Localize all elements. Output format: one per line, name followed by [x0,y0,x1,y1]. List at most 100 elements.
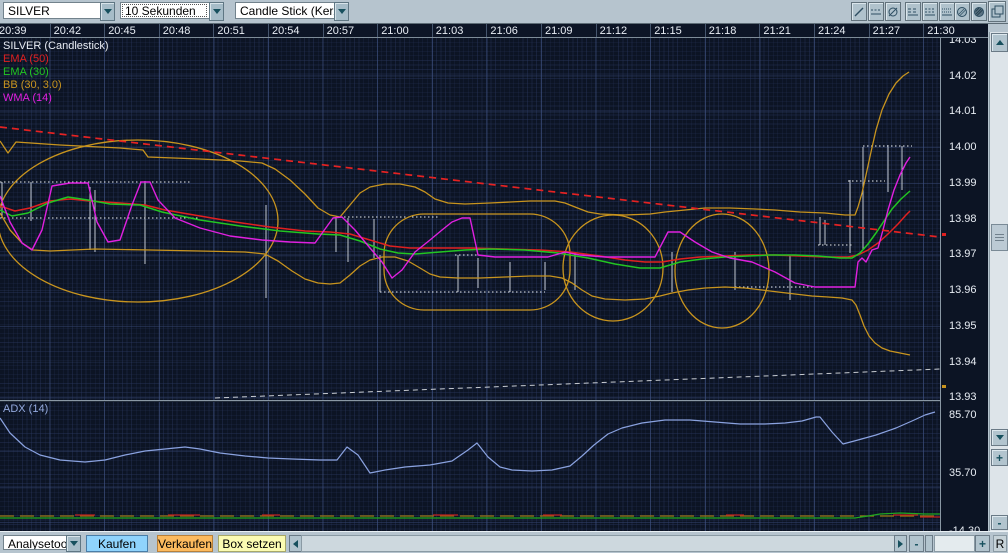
price-axis-label: 13.99 [949,176,977,189]
time-tick [213,24,215,37]
price-axis-label: 13.93 [949,391,977,404]
time-tick-label: 21:03 [435,25,464,37]
time-tick-label: 21:00 [381,25,409,37]
time-tick [322,24,324,37]
main-chart-plot[interactable] [0,38,940,400]
analyse-dropdown-arrow[interactable] [66,535,81,552]
time-tick-label: 20:48 [162,25,191,37]
zoom-out-button[interactable]: - [991,515,1008,530]
dash-style-group [905,2,955,21]
price-axis-label: 13.97 [949,248,977,261]
price-axis-label: 13.98 [949,212,977,225]
main-chart-pane[interactable]: SILVER (Candlestick) EMA (50) EMA (30) BB (… [0,38,940,400]
ema30-line [0,190,911,269]
chevron-down-icon [103,9,112,14]
price-axis: 14.03 14.02 14.01 14.00 13.99 13.98 13.97 13.96… [940,38,988,531]
time-tick-label: 21:12 [599,25,628,37]
time-tick-label: 21:18 [708,25,737,37]
chevron-down-icon [69,541,78,546]
verkaufen-button[interactable]: Verkaufen [157,535,213,552]
hzoom-slider-track[interactable] [934,535,975,552]
circle-light-icon [957,6,967,17]
time-tick-label: 20:54 [272,25,300,37]
time-tick-label: 20:51 [217,25,245,37]
analyse-tool-value[interactable]: Analysetool [3,535,66,550]
time-tick [541,24,542,37]
vertical-scroll-thumb[interactable] [991,224,1008,251]
time-tick [595,24,597,37]
wma-line [0,156,911,288]
symbol-select-value[interactable]: SILVER [3,2,100,19]
circle-fill-dark-button[interactable] [971,2,987,21]
bb-lower-band [0,212,911,356]
interval-select[interactable]: 10 Sekunden [120,2,224,21]
bottom-toolbar: Analysetool Kaufen Verkaufen Box setzen … [0,531,1008,553]
chart-type-select[interactable]: Candle Stick (Kerze [235,2,349,21]
price-axis-label: 14.01 [949,105,977,118]
legend-item: BB (30, 3.0) [3,79,62,91]
hzoom-out-button[interactable]: - [909,535,924,552]
time-tick [104,24,106,37]
adx-label: ADX (14) [3,403,49,415]
time-tick [814,24,815,37]
legend-item: EMA (30) [3,66,49,78]
time-tick-label: 21:09 [545,25,573,37]
ellipse-tool-button[interactable] [885,2,901,21]
time-tick [868,24,870,37]
price-axis-label: 13.95 [949,319,977,332]
time-tick-label: 21:24 [818,25,846,37]
dash-dense-icon [942,8,952,15]
hscroll-right-button[interactable] [894,535,907,552]
chart-type-dropdown-arrow[interactable] [334,2,349,21]
interval-dropdown-arrow[interactable] [209,2,224,21]
box-setzen-button[interactable]: Box setzen [218,535,286,552]
time-tick [268,24,269,37]
interval-select-value[interactable]: 10 Sekunden [120,2,209,19]
fill-style-group [954,2,987,21]
hzoom-slider-thumb[interactable] [925,535,933,552]
time-tick [759,24,761,37]
time-tick-label: 20:39 [0,25,27,37]
ellipse-annotation [0,139,279,303]
symbol-dropdown-arrow[interactable] [100,2,115,21]
price-marker-tick [942,385,946,388]
dash-style-dense-button[interactable] [939,2,955,21]
analyse-tool-select[interactable]: Analysetool [3,535,81,553]
ellipse-annotation [383,213,571,311]
reset-button[interactable]: R [993,535,1007,552]
arrow-down-icon [995,435,1004,440]
scroll-down-button[interactable] [991,429,1008,446]
price-axis-label: 14.00 [949,141,977,154]
time-tick-label: 20:45 [108,25,136,37]
adx-line [0,411,936,474]
price-axis-label: 13.96 [949,284,977,297]
price-axis-label: 14.03 [949,38,977,46]
chart-type-select-value[interactable]: Candle Stick (Kerze [235,2,334,19]
time-tick [486,24,488,37]
arrow-left-icon [293,539,298,548]
hzoom-in-button[interactable]: + [975,535,990,552]
vertical-scrollbar[interactable]: + - [989,32,1008,531]
time-tick-label: 21:27 [872,25,901,37]
zoom-in-button[interactable]: + [991,449,1008,466]
symbol-select[interactable]: SILVER [3,2,115,21]
time-tick [377,24,379,37]
adx-indicator-pane[interactable]: ADX (14) [0,402,940,531]
dash-style-sparse-button[interactable] [905,2,921,21]
adx-plot[interactable] [0,402,940,531]
dash-style-medium-button[interactable] [922,2,938,21]
cascade-windows-button[interactable] [988,1,1006,22]
kaufen-button[interactable]: Kaufen [86,535,148,552]
line-tool-button[interactable] [851,2,867,21]
top-toolbar: SILVER 10 Sekunden Candle Stick (Kerze [0,0,1008,24]
circle-fill-light-button[interactable] [954,2,970,21]
horizontal-scrollbar-track[interactable] [301,535,895,552]
price-axis-label: 14.02 [949,69,977,82]
cascade-windows-icon [991,5,1003,18]
legend-item: WMA (14) [3,92,52,104]
dashed-line-tool-button[interactable] [868,2,884,21]
dash-medium-icon [925,8,935,15]
scroll-up-button[interactable] [991,33,1008,52]
time-tick-label: 21:15 [654,25,682,37]
price-marker-tick [942,233,946,236]
